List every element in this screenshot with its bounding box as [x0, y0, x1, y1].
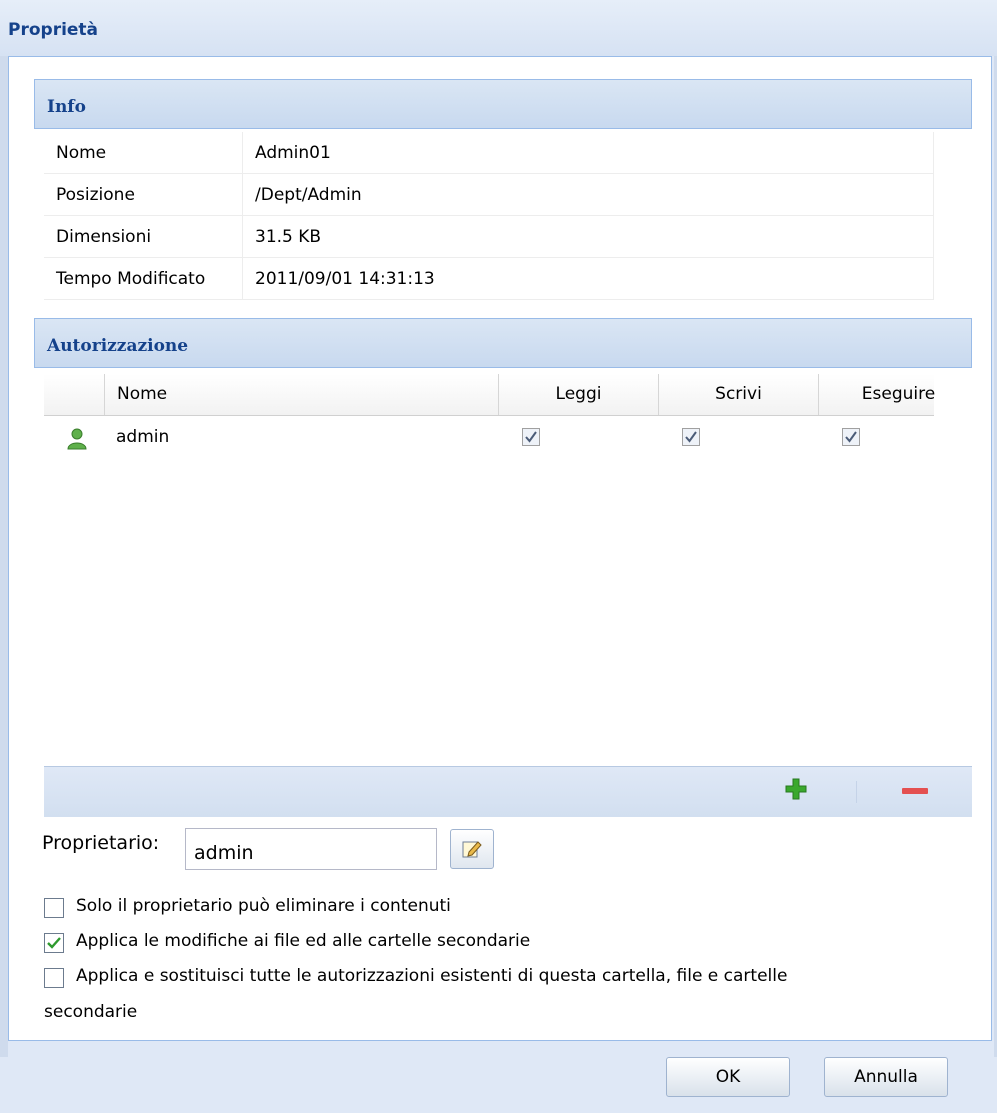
toolbar-separator — [856, 781, 857, 803]
cancel-button[interactable]: Annulla — [824, 1057, 948, 1097]
column-read[interactable]: Leggi — [498, 374, 658, 415]
info-value: 31.5 KB — [242, 215, 934, 258]
execute-checkbox[interactable] — [842, 428, 860, 446]
column-execute[interactable]: Eseguire — [818, 374, 978, 415]
column-name[interactable]: Nome — [104, 374, 498, 415]
info-row: Dimensioni 31.5 KB — [44, 215, 934, 258]
info-key: Tempo Modificato — [44, 257, 243, 300]
check-icon — [47, 937, 61, 949]
user-icon — [67, 428, 87, 450]
option-label-continued: secondarie — [44, 1002, 138, 1022]
permissions-grid-body — [44, 458, 972, 766]
checkbox[interactable] — [44, 933, 64, 953]
check-icon — [685, 431, 697, 443]
option-label: Applica le modifiche ai file ed alle car… — [76, 931, 531, 951]
info-key: Posizione — [44, 173, 243, 216]
info-section-header: Info — [34, 79, 972, 129]
dialog-title: Proprietà — [8, 20, 99, 40]
info-key: Dimensioni — [44, 215, 243, 258]
permissions-section-header: Autorizzazione — [34, 318, 972, 368]
info-filler — [934, 129, 972, 297]
write-checkbox[interactable] — [682, 428, 700, 446]
column-write[interactable]: Scrivi — [658, 374, 818, 415]
window-border-left — [0, 56, 8, 1057]
permissions-section-title: Autorizzazione — [47, 336, 189, 356]
checkbox[interactable] — [44, 898, 64, 918]
permissions-toolbar — [44, 766, 972, 817]
edit-owner-button[interactable] — [450, 829, 494, 869]
info-value: /Dept/Admin — [242, 173, 934, 216]
dialog-titlebar[interactable]: Proprietà — [0, 0, 997, 56]
minus-icon[interactable] — [902, 788, 928, 794]
info-row: Posizione /Dept/Admin — [44, 173, 934, 216]
edit-icon — [462, 841, 482, 858]
option-label: Solo il proprietario può eliminare i con… — [76, 896, 451, 916]
info-key: Nome — [44, 132, 243, 174]
option-label: Applica e sostituisci tutte le autorizza… — [76, 966, 788, 986]
owner-input[interactable] — [185, 828, 437, 870]
info-row: Nome Admin01 — [44, 132, 934, 174]
owner-label: Proprietario: — [42, 832, 160, 854]
ok-button[interactable]: OK — [666, 1057, 790, 1097]
info-value: Admin01 — [242, 132, 934, 174]
check-icon — [525, 431, 537, 443]
info-value: 2011/09/01 14:31:13 — [242, 257, 934, 300]
permission-row[interactable]: admin — [44, 416, 934, 459]
column-icon — [44, 374, 104, 415]
info-section-title: Info — [47, 97, 86, 117]
permission-user-name: admin — [116, 427, 170, 447]
read-checkbox[interactable] — [522, 428, 540, 446]
info-row: Tempo Modificato 2011/09/01 14:31:13 — [44, 257, 934, 300]
info-table: Nome Admin01 Posizione /Dept/Admin Dimen… — [44, 132, 934, 300]
permissions-grid-header: Nome Leggi Scrivi Eseguire — [44, 374, 935, 416]
check-icon — [845, 431, 857, 443]
plus-icon[interactable] — [784, 777, 808, 801]
checkbox[interactable] — [44, 968, 64, 988]
